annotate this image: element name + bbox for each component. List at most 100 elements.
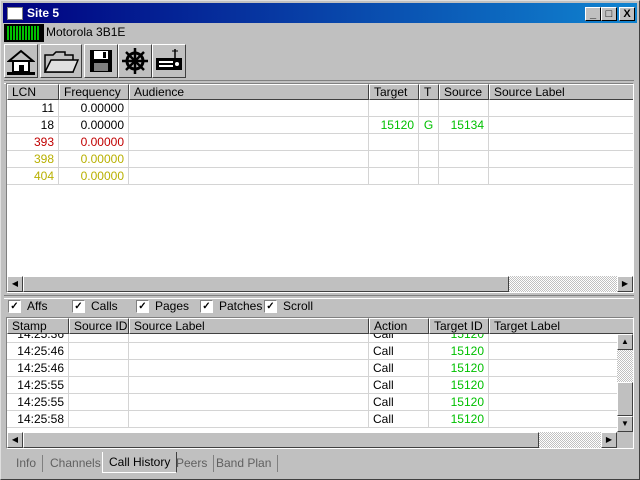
cell-stamp: 14:25:55 <box>7 394 69 411</box>
cell-target-label <box>489 394 617 411</box>
column-header-frequency[interactable]: Frequency <box>59 84 129 100</box>
table-row[interactable]: 393 0.00000 <box>7 134 633 151</box>
cell-stamp: 14:25:36 <box>7 334 69 343</box>
save-icon <box>90 50 112 72</box>
channels-horizontal-scrollbar[interactable]: ◀ ▶ <box>7 276 633 292</box>
scroll-up-button[interactable]: ▲ <box>617 334 633 350</box>
column-header-source-label[interactable]: Source Label <box>129 318 369 334</box>
cell-stamp: 14:25:46 <box>7 343 69 360</box>
checkbox-patches[interactable]: ✓ <box>200 300 213 313</box>
table-row[interactable]: 18 0.00000 15120 G 15134 <box>7 117 633 134</box>
tab-bar: Info Channels Call History Peers Band Plan <box>4 452 634 474</box>
column-header-type[interactable]: T <box>419 84 439 100</box>
site-name: Motorola 3B1E <box>46 25 126 39</box>
cell-source-label <box>489 168 633 185</box>
cell-source-label <box>129 360 369 377</box>
scroll-down-button[interactable]: ▼ <box>617 416 633 432</box>
column-header-target-label[interactable]: Target Label <box>489 318 633 334</box>
filter-label: Calls <box>91 299 118 313</box>
tab-peers[interactable]: Peers <box>170 455 215 472</box>
column-header-target-id[interactable]: Target ID <box>429 318 489 334</box>
cell-target: 15120 <box>369 117 419 134</box>
cell-source-label <box>129 411 369 428</box>
cell-source-label <box>489 134 633 151</box>
table-row[interactable]: 14:25:55 Call 15120 <box>7 394 617 411</box>
window-title: Site 5 <box>27 6 60 20</box>
checkbox-affs[interactable]: ✓ <box>8 300 21 313</box>
table-row[interactable]: 404 0.00000 <box>7 168 633 185</box>
radio-scanner-icon <box>156 49 182 70</box>
home-button[interactable] <box>4 44 38 78</box>
cell-action: Call <box>369 377 429 394</box>
save-button[interactable] <box>84 44 118 78</box>
cell-source-id <box>69 394 129 411</box>
filter-label: Scroll <box>283 299 314 313</box>
open-button[interactable] <box>40 44 82 78</box>
column-header-stamp[interactable]: Stamp <box>7 318 69 334</box>
cell-t <box>419 168 439 185</box>
cell-freq: 0.00000 <box>59 134 129 151</box>
table-row[interactable]: 14:25:55 Call 15120 <box>7 377 617 394</box>
tab-band-plan[interactable]: Band Plan <box>210 455 279 472</box>
checkbox-calls[interactable]: ✓ <box>72 300 85 313</box>
cell-target-id: 15120 <box>429 394 489 411</box>
cell-target-label <box>489 360 617 377</box>
maximize-button[interactable]: □ <box>601 7 617 21</box>
table-row[interactable]: 14:25:58 Call 15120 <box>7 411 617 428</box>
column-header-source-label[interactable]: Source Label <box>489 84 633 100</box>
cell-lcn: 404 <box>7 168 59 185</box>
checkbox-scroll[interactable]: ✓ <box>264 300 277 313</box>
cell-target <box>369 168 419 185</box>
column-header-source-id[interactable]: Source ID <box>69 318 129 334</box>
close-button[interactable]: X <box>619 7 635 21</box>
scroll-thumb[interactable] <box>23 432 539 448</box>
column-header-source[interactable]: Source <box>439 84 489 100</box>
cell-audience <box>129 117 369 134</box>
scanner-button[interactable] <box>152 44 186 78</box>
tab-info[interactable]: Info <box>10 455 44 472</box>
column-header-target[interactable]: Target <box>369 84 419 100</box>
cell-freq: 0.00000 <box>59 168 129 185</box>
scroll-right-button[interactable]: ▶ <box>601 432 617 448</box>
channels-table: LCN Frequency Audience Target T Source S… <box>6 83 634 293</box>
minimize-button[interactable]: _ <box>585 7 601 21</box>
scroll-corner <box>617 432 633 448</box>
scroll-left-button[interactable]: ◀ <box>7 276 23 292</box>
cell-target-label <box>489 334 617 343</box>
tab-channels[interactable]: Channels <box>44 455 108 472</box>
tab-call-history[interactable]: Call History <box>102 452 178 473</box>
scroll-left-button[interactable]: ◀ <box>7 432 23 448</box>
cell-lcn: 393 <box>7 134 59 151</box>
cell-freq: 0.00000 <box>59 117 129 134</box>
column-header-audience[interactable]: Audience <box>129 84 369 100</box>
table-row[interactable]: 14:25:36 Call 15120 <box>7 334 617 343</box>
cell-source-label <box>129 334 369 343</box>
scroll-thumb[interactable] <box>23 276 509 292</box>
ship-wheel-icon <box>122 48 148 74</box>
filter-label: Affs <box>27 299 48 313</box>
cell-target-label <box>489 343 617 360</box>
history-horizontal-scrollbar[interactable]: ◀ ▶ <box>7 432 633 448</box>
column-header-action[interactable]: Action <box>369 318 429 334</box>
table-row[interactable]: 14:25:46 Call 15120 <box>7 343 617 360</box>
table-row[interactable]: 398 0.00000 <box>7 151 633 168</box>
cell-t <box>419 100 439 117</box>
cell-target-id: 15120 <box>429 343 489 360</box>
table-row[interactable]: 14:25:46 Call 15120 <box>7 360 617 377</box>
column-header-lcn[interactable]: LCN <box>7 84 59 100</box>
history-vertical-scrollbar[interactable]: ▲ ▼ <box>617 334 633 432</box>
cell-t <box>419 134 439 151</box>
cell-target-label <box>489 411 617 428</box>
settings-button[interactable] <box>118 44 152 78</box>
checkbox-pages[interactable]: ✓ <box>136 300 149 313</box>
call-history-table: Stamp Source ID Source Label Action Targ… <box>6 317 634 449</box>
title-bar[interactable]: Site 5 _ □ X <box>3 3 637 23</box>
cell-t <box>419 151 439 168</box>
table-row[interactable]: 11 0.00000 <box>7 100 633 117</box>
cell-stamp: 14:25:46 <box>7 360 69 377</box>
cell-target-id: 15120 <box>429 377 489 394</box>
scroll-right-button[interactable]: ▶ <box>617 276 633 292</box>
cell-source-id <box>69 411 129 428</box>
cell-freq: 0.00000 <box>59 151 129 168</box>
vertical-scroll-thumb[interactable] <box>617 382 633 416</box>
